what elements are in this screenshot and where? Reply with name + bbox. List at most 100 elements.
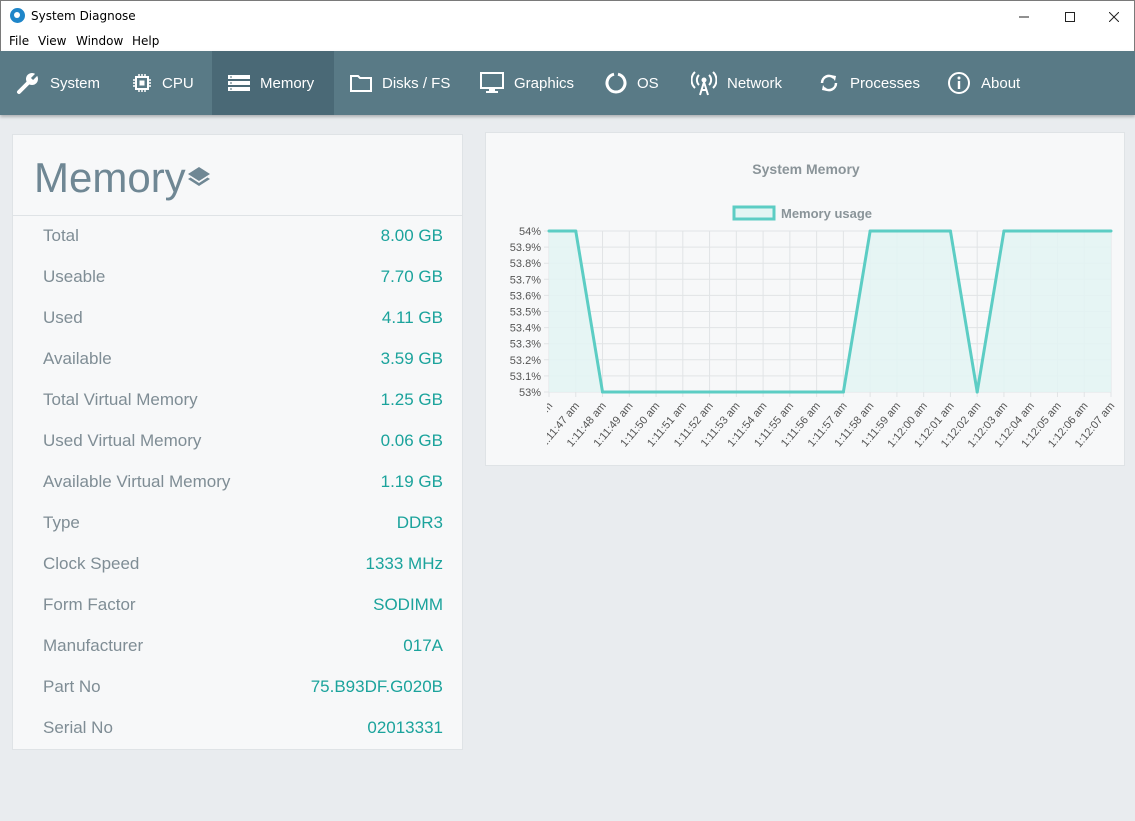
maximize-icon bbox=[1065, 11, 1075, 22]
memory-row-label: Clock Speed bbox=[43, 554, 140, 573]
data-point bbox=[708, 390, 712, 394]
data-point bbox=[922, 229, 926, 233]
memory-row: Available Virtual Memory 1.19 GB bbox=[43, 472, 443, 496]
nav-about-label: About bbox=[981, 74, 1021, 92]
nav-processes[interactable]: Processes bbox=[802, 51, 932, 115]
memory-row-value: SODIMM bbox=[373, 595, 443, 614]
memory-row-label: Used Virtual Memory bbox=[43, 431, 202, 450]
minimize-button[interactable] bbox=[1001, 1, 1047, 32]
nav-network-label: Network bbox=[727, 74, 783, 92]
maximize-button[interactable] bbox=[1047, 1, 1093, 32]
memory-row-value: 1333 MHz bbox=[365, 554, 443, 573]
nav-system-label: System bbox=[50, 74, 101, 92]
memory-row-value: 7.70 GB bbox=[380, 267, 443, 286]
broadcast-icon bbox=[691, 71, 717, 96]
nav-about[interactable]: About bbox=[932, 51, 1042, 115]
y-tick-label: 53.4% bbox=[510, 323, 541, 335]
data-point bbox=[895, 229, 899, 233]
nav-graphics-label: Graphics bbox=[514, 74, 575, 92]
data-point bbox=[1055, 229, 1059, 233]
y-tick-label: 53.5% bbox=[510, 307, 541, 319]
memory-row: Useable 7.70 GB bbox=[43, 267, 443, 291]
memory-row: Used 4.11 GB bbox=[43, 308, 443, 332]
data-point bbox=[627, 390, 631, 394]
title-bar: System Diagnose bbox=[0, 0, 1135, 31]
data-point bbox=[1082, 229, 1086, 233]
chip-icon bbox=[133, 74, 151, 92]
chart-title: System Memory bbox=[752, 161, 860, 177]
sync-icon bbox=[820, 74, 838, 92]
memory-row-label: Useable bbox=[43, 267, 106, 286]
memory-row: Serial No 02013331 bbox=[43, 718, 443, 742]
memory-row-label: Available bbox=[43, 349, 112, 368]
data-point bbox=[761, 390, 765, 394]
list-icon bbox=[228, 75, 250, 91]
memory-row-label: Form Factor bbox=[43, 595, 136, 614]
data-point bbox=[547, 229, 551, 233]
chart-legend[interactable]: Memory usage bbox=[732, 205, 872, 221]
memory-chart: System Memory Memory usage 54% 53.9% 53.8%… bbox=[510, 161, 1118, 450]
legend-swatch bbox=[732, 205, 776, 221]
nav-os[interactable]: OS bbox=[590, 51, 674, 115]
memory-row: Available 3.59 GB bbox=[43, 349, 443, 373]
y-tick-label: 53% bbox=[519, 387, 541, 399]
memory-row-value: DDR3 bbox=[396, 513, 443, 532]
data-point bbox=[681, 390, 685, 394]
data-point bbox=[601, 390, 605, 394]
data-point bbox=[574, 229, 578, 233]
nav-memory[interactable]: Memory bbox=[212, 51, 334, 115]
close-icon bbox=[1109, 11, 1119, 22]
menu-file[interactable]: File bbox=[9, 34, 29, 48]
info-icon bbox=[948, 72, 970, 94]
menu-view[interactable]: View bbox=[38, 34, 66, 48]
memory-row: Manufacturer 017A bbox=[43, 636, 443, 660]
nav-system[interactable]: System bbox=[0, 51, 112, 115]
y-tick-label: 53.2% bbox=[510, 355, 541, 367]
minimize-icon bbox=[1019, 16, 1029, 17]
memory-row-value: 017A bbox=[403, 636, 443, 655]
memory-row: Total Virtual Memory 1.25 GB bbox=[43, 390, 443, 414]
memory-row-label: Total Virtual Memory bbox=[43, 390, 198, 409]
nav-cpu[interactable]: CPU bbox=[112, 51, 212, 115]
data-point bbox=[734, 390, 738, 394]
data-point bbox=[868, 229, 872, 233]
memory-row-label: Part No bbox=[43, 677, 101, 696]
data-point bbox=[975, 390, 979, 394]
close-button[interactable] bbox=[1091, 1, 1135, 32]
page-title: Memory bbox=[34, 154, 186, 201]
data-point bbox=[1029, 229, 1033, 233]
memory-row-value: 0.06 GB bbox=[380, 431, 443, 450]
panel-divider bbox=[13, 215, 462, 216]
nav-processes-label: Processes bbox=[850, 74, 921, 92]
menu-window[interactable]: Window bbox=[76, 34, 123, 48]
data-point bbox=[788, 390, 792, 394]
layers-icon bbox=[188, 167, 210, 186]
app-icon bbox=[10, 8, 25, 23]
memory-row-value: 3.59 GB bbox=[380, 349, 443, 368]
nav-graphics[interactable]: Graphics bbox=[464, 51, 590, 115]
memory-row-label: Serial No bbox=[43, 718, 113, 737]
nav-disks-label: Disks / FS bbox=[382, 74, 451, 92]
menu-bar: File View Window Help bbox=[0, 31, 1135, 51]
memory-row-label: Used bbox=[43, 308, 83, 327]
memory-row: Total 8.00 GB bbox=[43, 226, 443, 250]
memory-row-value: 4.11 GB bbox=[381, 308, 443, 327]
memory-row: Form Factor SODIMM bbox=[43, 595, 443, 619]
nav-disks[interactable]: Disks / FS bbox=[334, 51, 464, 115]
data-point bbox=[1109, 229, 1113, 233]
memory-row-label: Type bbox=[43, 513, 80, 532]
window-title: System Diagnose bbox=[31, 9, 136, 23]
memory-row: Part No 75.B93DF.G020B bbox=[43, 677, 443, 701]
data-point bbox=[841, 390, 845, 394]
memory-row-label: Total bbox=[43, 226, 79, 245]
menu-help[interactable]: Help bbox=[132, 34, 159, 48]
monitor-icon bbox=[480, 72, 504, 93]
memory-row-value: 1.25 GB bbox=[380, 390, 443, 409]
y-tick-label: 53.1% bbox=[510, 371, 541, 383]
memory-row-label: Available Virtual Memory bbox=[43, 472, 231, 491]
folder-icon bbox=[350, 75, 372, 92]
nav-network[interactable]: Network bbox=[674, 51, 802, 115]
memory-row-label: Manufacturer bbox=[43, 636, 144, 655]
main-nav: System CPU Memory Disks / FS Graphics OS… bbox=[0, 51, 1135, 115]
nav-cpu-label: CPU bbox=[162, 74, 194, 92]
